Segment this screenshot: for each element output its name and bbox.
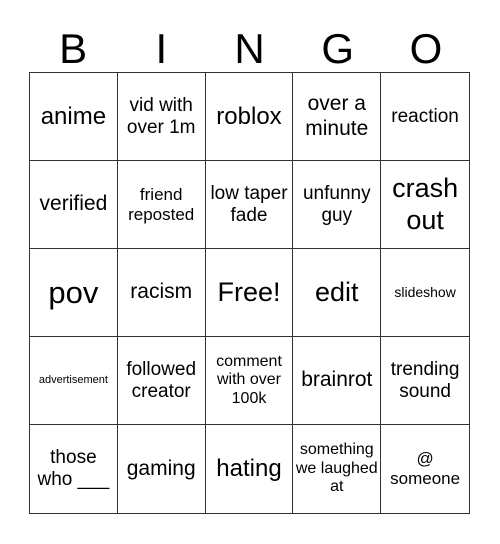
bingo-cell[interactable]: brainrot xyxy=(293,337,382,425)
bingo-cell[interactable]: followed creator xyxy=(117,337,206,425)
header-letter-o: O xyxy=(409,25,443,72)
bingo-cell[interactable]: trending sound xyxy=(381,337,469,425)
bingo-grid: anime vid with over 1m roblox over a min… xyxy=(29,72,470,514)
bingo-cell[interactable]: racism xyxy=(117,249,206,337)
bingo-cell[interactable]: crash out xyxy=(381,161,469,249)
bingo-cell[interactable]: roblox xyxy=(205,73,294,161)
bingo-cell[interactable]: gaming xyxy=(118,425,206,513)
bingo-cell[interactable]: reaction xyxy=(381,73,469,161)
bingo-cell[interactable]: edit xyxy=(293,249,382,337)
bingo-cell[interactable]: hating xyxy=(206,425,294,513)
bingo-cell[interactable]: anime xyxy=(30,73,118,161)
bingo-cell[interactable]: slideshow xyxy=(381,249,469,337)
bingo-cell[interactable]: comment with over 100k xyxy=(205,337,294,425)
bingo-cell[interactable]: low taper fade xyxy=(205,161,294,249)
header-letter-i: I xyxy=(155,25,168,72)
bingo-cell[interactable]: those who ___ xyxy=(30,425,118,513)
bingo-cell[interactable]: pov xyxy=(30,249,118,337)
bingo-cell[interactable]: verified xyxy=(30,161,118,249)
header-letter-b: B xyxy=(59,25,88,72)
header-letter-g: G xyxy=(321,25,355,72)
header-letter-n: N xyxy=(234,25,265,72)
bingo-cell[interactable]: vid with over 1m xyxy=(117,73,206,161)
bingo-cell[interactable]: friend reposted xyxy=(117,161,206,249)
free-space[interactable]: Free! xyxy=(205,249,294,337)
bingo-cell[interactable]: advertisement xyxy=(30,337,118,425)
bingo-cell[interactable]: unfunny guy xyxy=(293,161,382,249)
bingo-cell[interactable]: something we laughed at xyxy=(293,425,382,513)
bingo-header: B I N G O xyxy=(29,26,470,72)
bingo-cell[interactable]: @ someone xyxy=(381,425,469,513)
bingo-cell[interactable]: over a minute xyxy=(293,73,382,161)
